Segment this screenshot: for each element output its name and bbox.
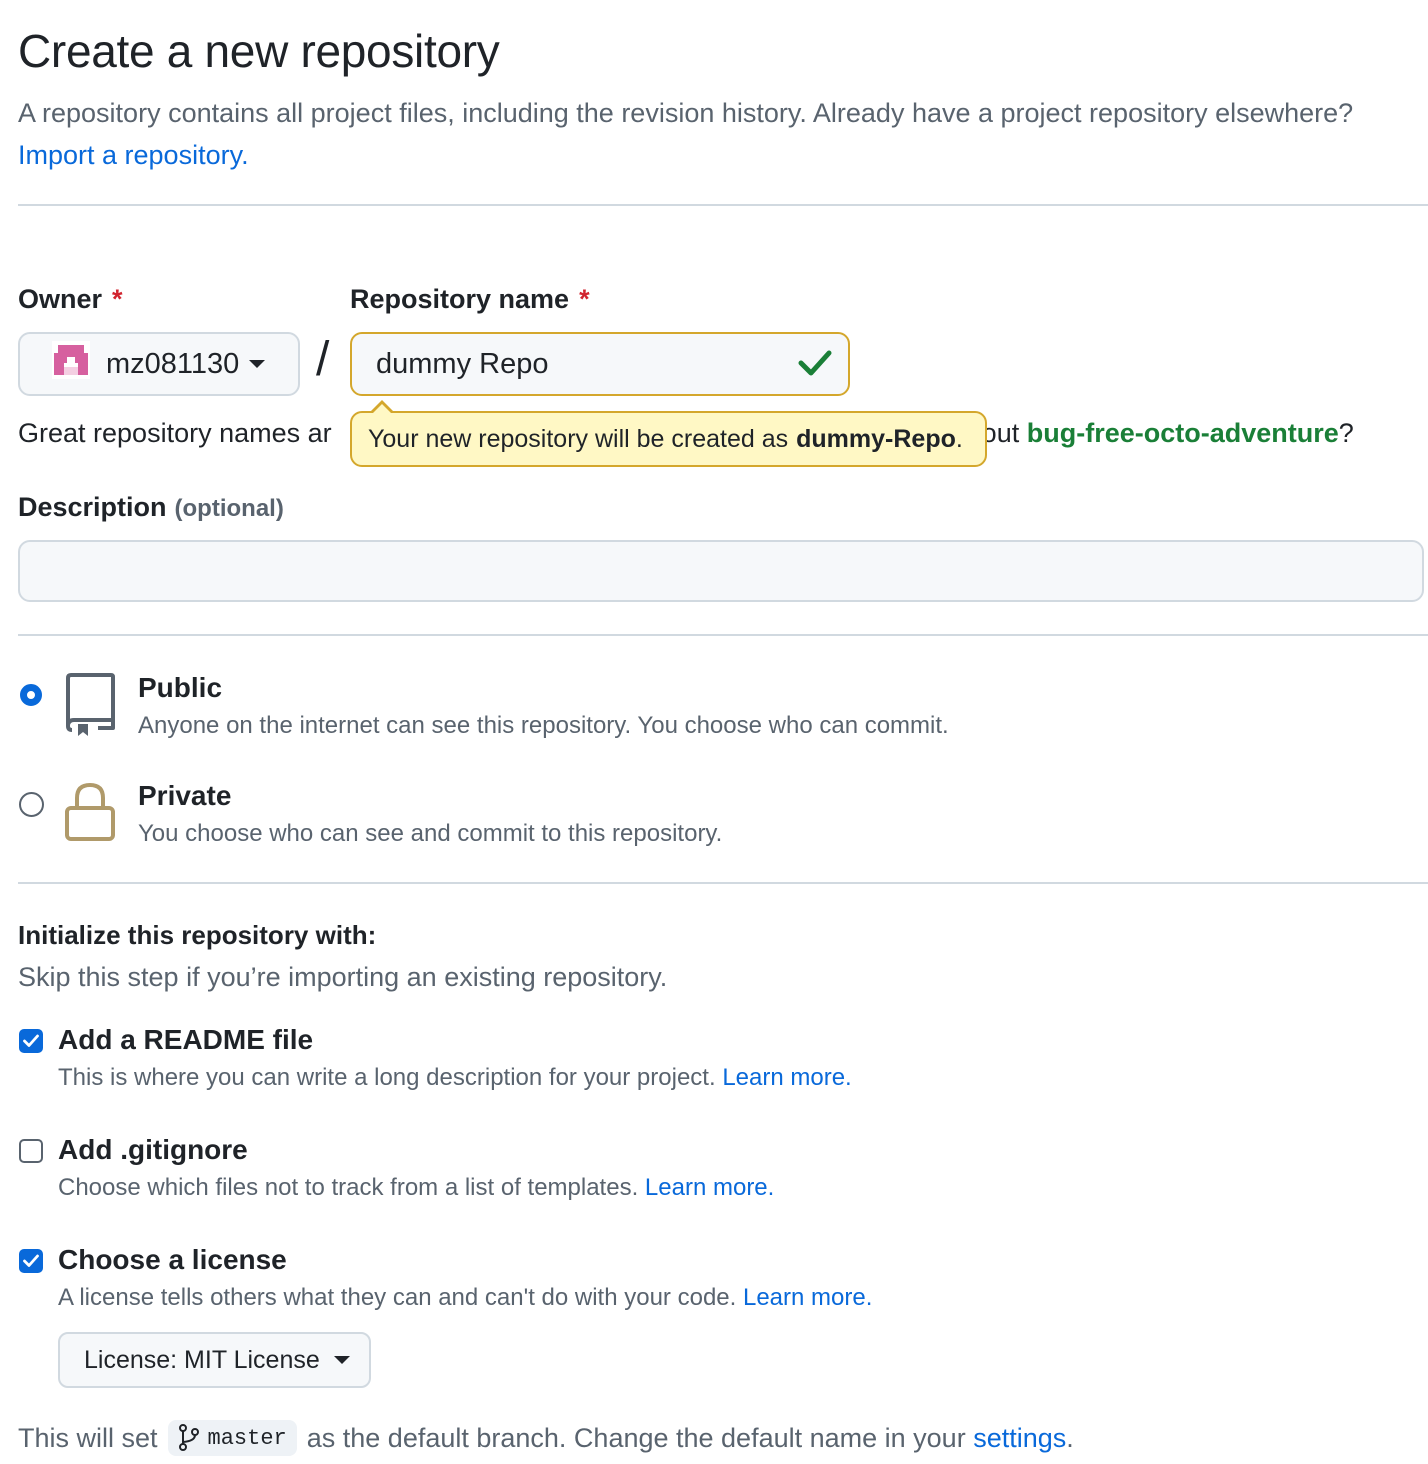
license-title: Choose a license — [58, 1244, 287, 1275]
readme-desc-text: This is where you can write a long descr… — [58, 1064, 716, 1091]
readme-checkbox[interactable] — [19, 1029, 43, 1053]
gitignore-checkbox[interactable] — [19, 1139, 43, 1163]
license-checkbox[interactable] — [19, 1249, 43, 1273]
tooltip-suffix: . — [955, 424, 963, 453]
page-lead: A repository contains all project files,… — [18, 92, 1378, 176]
git-branch-icon — [178, 1424, 199, 1451]
gitignore-title: Add .gitignore — [58, 1134, 248, 1165]
gitignore-desc: Choose which files not to track from a l… — [58, 1174, 774, 1202]
footer-suffix: . — [1066, 1422, 1074, 1453]
owner-repo-separator: / — [316, 333, 330, 386]
tooltip-text: Your new repository will be created as — [368, 424, 789, 453]
private-radio[interactable] — [19, 792, 44, 817]
page-title: Create a new repository — [18, 25, 500, 77]
checkmark-icon — [23, 1254, 39, 1267]
repo-name-label-text: Repository name — [350, 284, 570, 314]
optional-tag: (optional) — [174, 495, 284, 522]
suggested-name[interactable]: bug-free-octo-adventure — [1027, 418, 1339, 448]
description-input[interactable] — [18, 540, 1424, 602]
visibility-public-title: Public — [138, 672, 223, 703]
visibility-public-desc: Anyone on the internet can see this repo… — [138, 712, 949, 739]
initialize-heading: Initialize this repository with: — [18, 920, 377, 950]
initialize-subtext: Skip this step if you’re importing an ex… — [18, 962, 668, 992]
license-desc-text: A license tells others what they can and… — [58, 1284, 737, 1311]
checkmark-icon — [23, 1034, 39, 1047]
divider — [18, 634, 1428, 636]
gitignore-desc-text: Choose which files not to track from a l… — [58, 1174, 639, 1201]
chevron-down-icon — [333, 1356, 350, 1364]
owner-select-button[interactable]: mz081130 — [18, 332, 300, 396]
default-branch-note: This will set master as the default bran… — [18, 1420, 1074, 1456]
visibility-private-title: Private — [138, 780, 232, 811]
footer-prefix: This will set — [18, 1422, 158, 1453]
lead-text: A repository contains all project files,… — [18, 98, 1354, 128]
hint-text-start: Great repository names ar — [18, 418, 332, 448]
readme-title: Add a README file — [58, 1024, 314, 1055]
license-select-button[interactable]: License: MIT License — [58, 1332, 371, 1388]
hint-suffix: ? — [1338, 418, 1354, 448]
avatar — [52, 341, 90, 387]
check-icon — [798, 348, 832, 383]
chevron-down-icon — [249, 360, 266, 368]
import-repository-link[interactable]: Import a repository. — [18, 140, 249, 170]
license-desc: A license tells others what they can and… — [58, 1284, 872, 1312]
repo-name-label: Repository name * — [350, 284, 590, 315]
settings-link[interactable]: settings — [973, 1423, 1066, 1454]
repo-icon — [64, 672, 116, 743]
description-label: Description (optional) — [18, 492, 284, 523]
readme-learn-more-link[interactable]: Learn more. — [722, 1064, 851, 1091]
license-learn-more-link[interactable]: Learn more. — [743, 1284, 872, 1311]
footer-middle: as the default branch. Change the defaul… — [306, 1422, 966, 1453]
owner-label: Owner * — [18, 284, 123, 315]
repo-name-tooltip: Your new repository will be created as d… — [350, 411, 987, 467]
divider — [18, 204, 1428, 206]
owner-label-text: Owner — [18, 284, 103, 314]
description-label-text: Description — [18, 492, 167, 522]
visibility-private-desc: You choose who can see and commit to thi… — [138, 820, 723, 847]
license-button-label: License: MIT License — [84, 1345, 320, 1374]
branch-name: master — [207, 1425, 287, 1451]
tooltip-arrow-inner — [373, 404, 391, 413]
repo-name-input[interactable] — [350, 332, 850, 396]
lock-icon — [64, 782, 116, 847]
divider — [18, 882, 1428, 884]
required-mark: * — [112, 284, 123, 314]
public-radio[interactable] — [20, 684, 42, 706]
owner-name: mz081130 — [106, 347, 240, 380]
tooltip-repo-name: dummy-Repo — [796, 424, 956, 453]
readme-desc: This is where you can write a long descr… — [58, 1064, 852, 1092]
gitignore-learn-more-link[interactable]: Learn more. — [645, 1174, 774, 1201]
required-mark: * — [579, 284, 590, 314]
branch-pill: master — [167, 1420, 297, 1456]
